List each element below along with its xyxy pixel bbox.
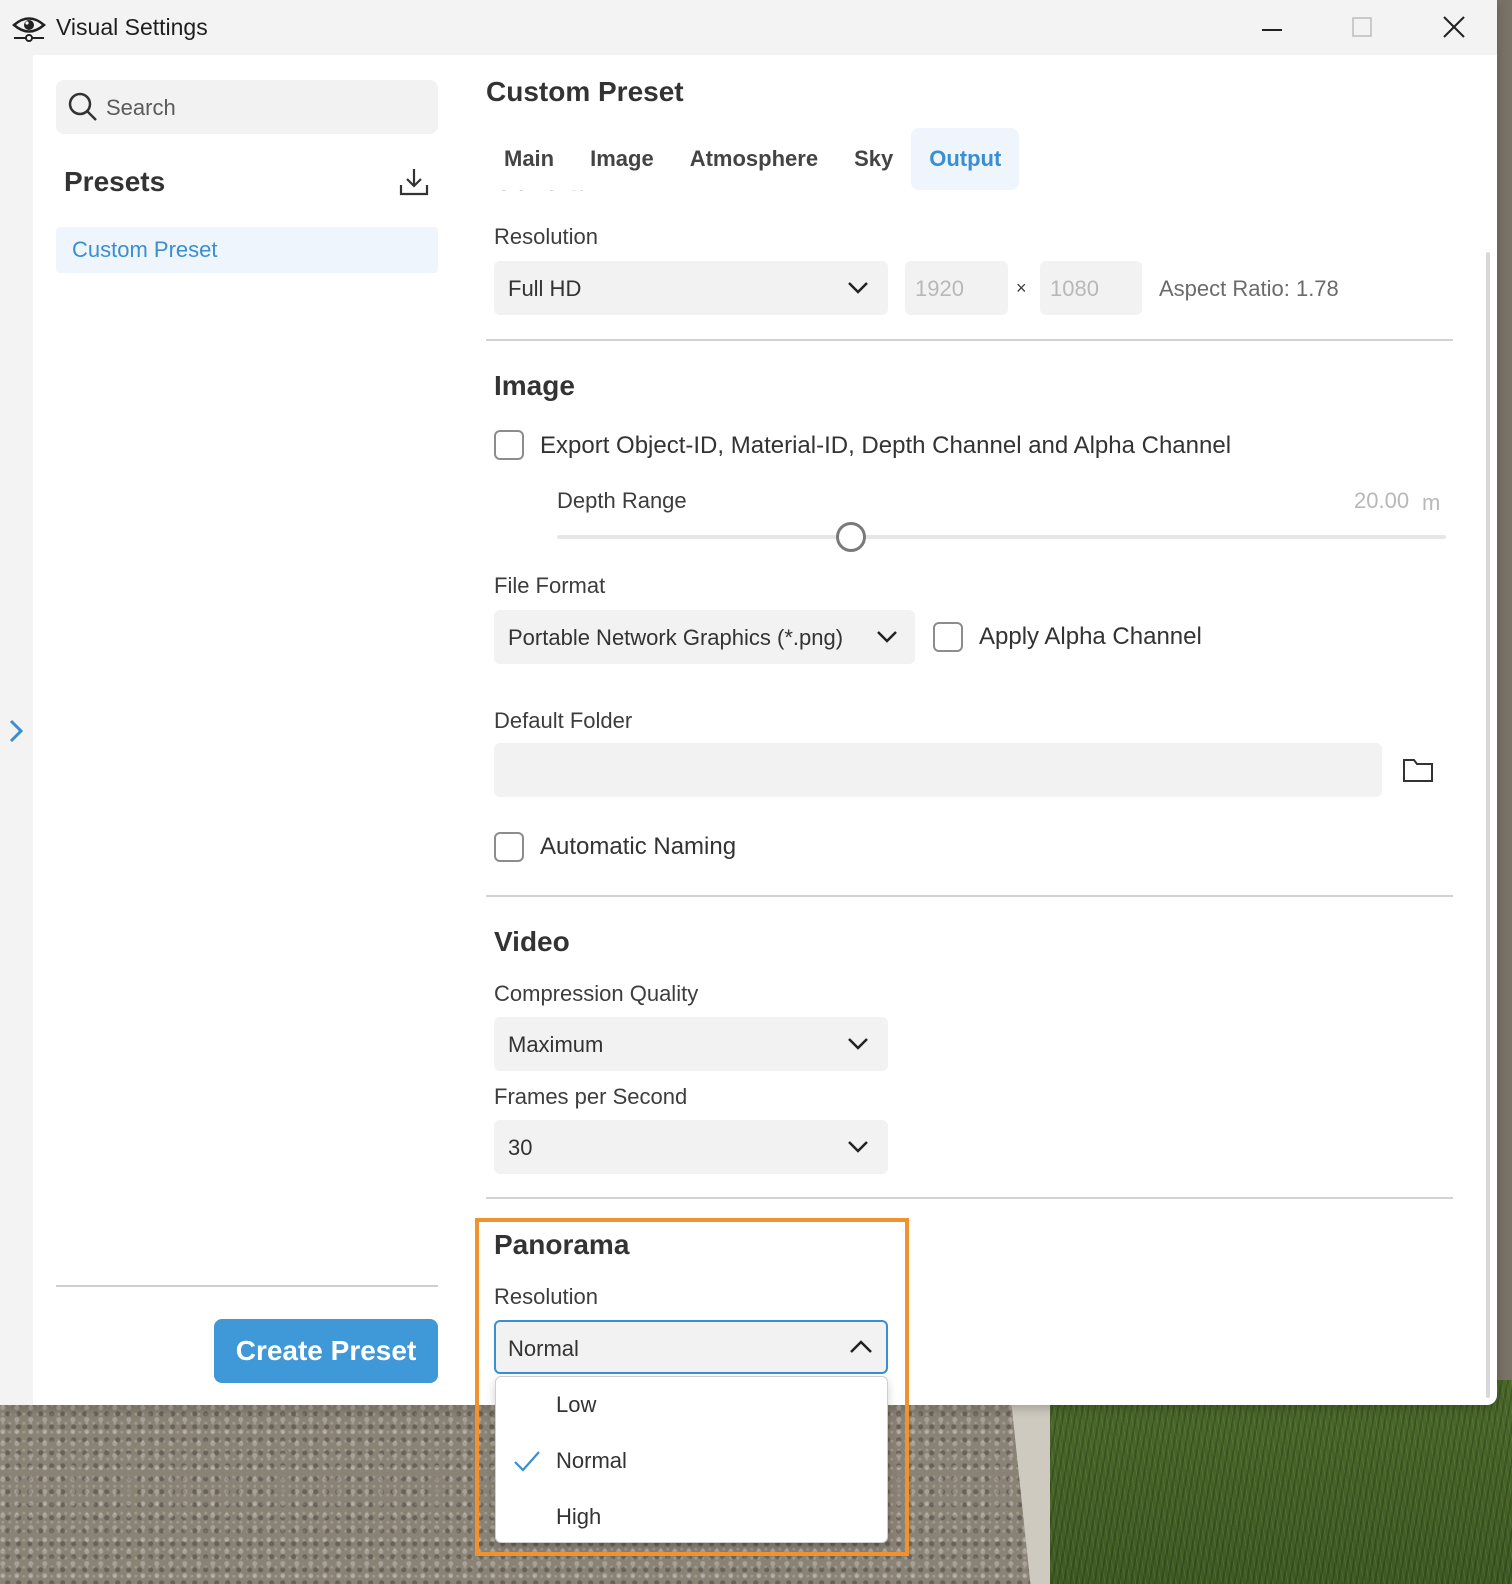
tab-atmosphere[interactable]: Atmosphere <box>671 128 837 190</box>
export-channels-checkbox[interactable] <box>494 430 524 460</box>
page-title: Custom Preset <box>486 76 684 107</box>
grass <box>1050 1380 1512 1584</box>
compression-quality-label: Compression Quality <box>494 981 699 1006</box>
file-format-select[interactable]: Portable Network Graphics (*.png) <box>494 610 915 664</box>
chevron-down-icon <box>848 1141 868 1153</box>
option-label: Normal <box>556 1448 627 1473</box>
aspect-ratio-text: Aspect Ratio: 1.78 <box>1159 276 1339 301</box>
panorama-resolution-label: Resolution <box>494 1284 598 1309</box>
preset-item-custom-preset[interactable]: Custom Preset <box>56 227 438 273</box>
collapsed-panel-strip <box>0 55 33 1405</box>
height-input[interactable]: 1080 <box>1040 261 1142 315</box>
option-label: Low <box>556 1392 597 1417</box>
compression-quality-value: Maximum <box>508 1032 604 1057</box>
minimize-button[interactable] <box>1252 10 1292 44</box>
preset-item-label: Custom Preset <box>72 237 218 262</box>
image-heading: Image <box>494 370 575 401</box>
tab-image[interactable]: Image <box>572 128 672 190</box>
fps-label: Frames per Second <box>494 1084 688 1109</box>
tab-output[interactable]: Output <box>911 128 1020 190</box>
checkmark-icon <box>514 1451 540 1472</box>
settings-tabs: Main Image Atmosphere Sky Output <box>486 128 1020 190</box>
panorama-resolution-select[interactable]: Normal <box>494 1320 888 1374</box>
automatic-naming-label: Automatic Naming <box>540 833 737 860</box>
maximize-button[interactable] <box>1342 10 1382 44</box>
close-button[interactable] <box>1434 10 1474 44</box>
section-divider <box>486 1197 1453 1199</box>
window-title: Visual Settings <box>56 14 208 40</box>
depth-range-unit: m <box>1422 490 1441 515</box>
automatic-naming-checkbox[interactable] <box>494 832 524 862</box>
minimize-icon <box>1262 29 1282 31</box>
file-format-value: Portable Network Graphics (*.png) <box>508 625 844 650</box>
chevron-down-icon <box>848 1038 868 1050</box>
resolution-select[interactable]: Full HD <box>494 261 888 315</box>
chevron-right-icon[interactable] <box>6 718 26 744</box>
dropdown-option-high[interactable]: High <box>496 1489 887 1545</box>
depth-range-value: 20.00 <box>1354 488 1410 513</box>
scrollbar[interactable] <box>1486 252 1490 1398</box>
download-icon[interactable] <box>398 166 430 198</box>
chevron-down-icon <box>877 631 897 643</box>
video-heading: Video <box>494 926 570 957</box>
dropdown-option-low[interactable]: Low <box>496 1377 887 1433</box>
eye-icon <box>12 17 46 42</box>
folder-icon[interactable] <box>1402 756 1434 784</box>
apply-alpha-label: Apply Alpha Channel <box>979 623 1202 650</box>
fps-value: 30 <box>508 1135 533 1160</box>
depth-range-label: Depth Range <box>557 488 687 513</box>
dropdown-option-normal[interactable]: Normal <box>496 1433 887 1489</box>
apply-alpha-checkbox[interactable] <box>933 622 963 652</box>
tab-sky[interactable]: Sky <box>836 128 912 190</box>
option-label: High <box>556 1504 602 1529</box>
compression-quality-select[interactable]: Maximum <box>494 1017 888 1071</box>
depth-range-slider-handle[interactable] <box>836 522 866 552</box>
depth-range-slider[interactable] <box>557 535 1446 539</box>
width-value: 1920 <box>915 276 964 301</box>
resolution-value: Full HD <box>508 276 582 301</box>
height-value: 1080 <box>1050 276 1099 301</box>
chevron-down-icon <box>848 282 868 294</box>
resolution-label: Resolution <box>494 224 598 249</box>
width-input[interactable]: 1920 <box>905 261 1008 315</box>
search-placeholder: Search <box>106 95 176 120</box>
panorama-heading: Panorama <box>494 1229 630 1260</box>
title-bar: Visual Settings <box>0 0 1497 55</box>
panorama-resolution-dropdown: Low Normal High <box>495 1376 888 1543</box>
create-preset-button[interactable]: Create Preset <box>214 1319 438 1383</box>
close-icon <box>1443 16 1465 38</box>
export-channels-label: Export Object-ID, Material-ID, Depth Cha… <box>540 432 1232 459</box>
presets-heading: Presets <box>64 166 166 197</box>
tab-main[interactable]: Main <box>486 128 573 190</box>
fps-select[interactable]: 30 <box>494 1120 888 1174</box>
search-input[interactable]: Search <box>56 80 438 134</box>
file-format-label: File Format <box>494 573 606 598</box>
section-divider <box>486 339 1453 341</box>
default-folder-label: Default Folder <box>494 708 633 733</box>
sidebar-divider <box>56 1285 438 1287</box>
panorama-resolution-value: Normal <box>508 1336 579 1361</box>
visual-settings-window: Visual Settings Search Presets Custom Pr… <box>0 0 1497 1405</box>
search-icon <box>68 92 97 121</box>
times-sign: × <box>1016 278 1027 298</box>
section-divider <box>486 895 1453 897</box>
maximize-icon <box>1352 17 1372 37</box>
default-folder-input[interactable] <box>494 743 1382 797</box>
chevron-up-icon <box>850 1340 872 1353</box>
